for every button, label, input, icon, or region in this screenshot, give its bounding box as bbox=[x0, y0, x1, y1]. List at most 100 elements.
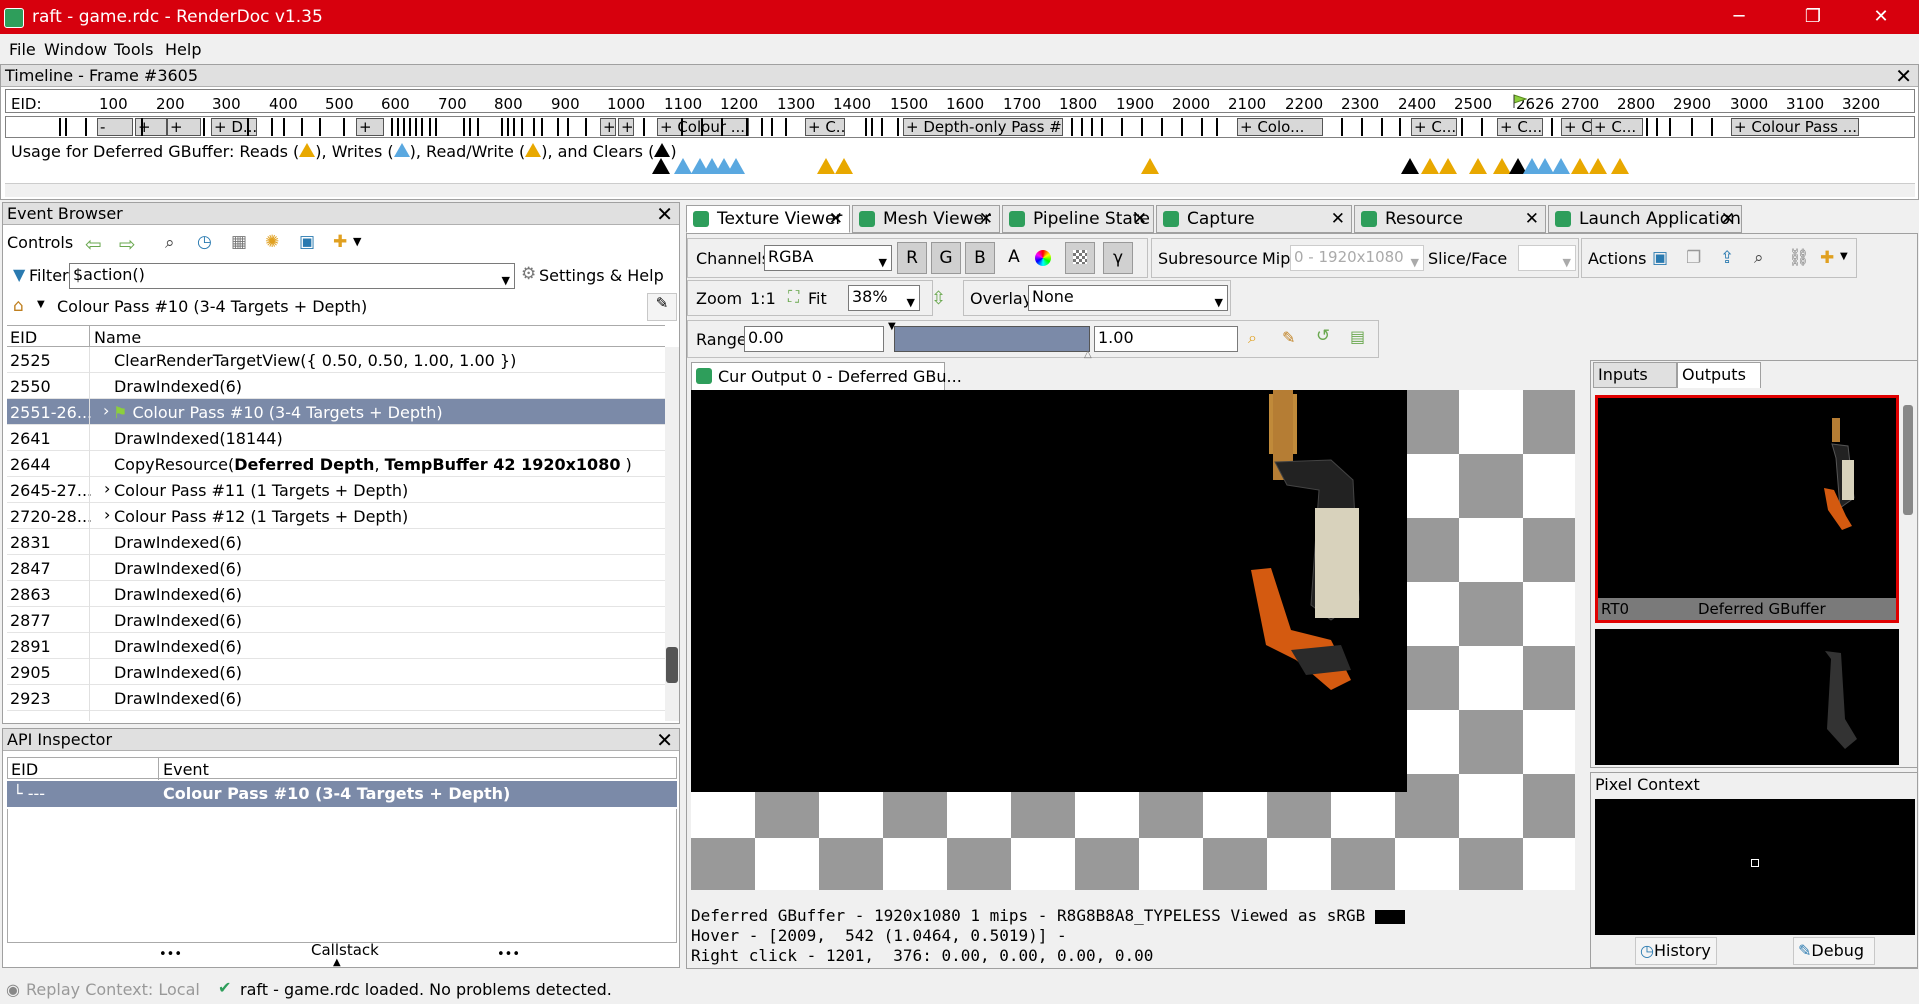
chevron-right-icon[interactable]: › bbox=[103, 401, 109, 420]
dots-right[interactable]: ••• bbox=[497, 947, 520, 962]
timeline-scrollbar[interactable] bbox=[5, 183, 1915, 197]
event-row[interactable]: 2641 DrawIndexed(18144) bbox=[7, 425, 665, 451]
channels-select[interactable]: RGBA ▼ bbox=[764, 245, 892, 271]
minimize-button[interactable]: ─ bbox=[1716, 2, 1762, 32]
close-icon[interactable]: ✕ bbox=[1721, 206, 1735, 232]
usage-marker[interactable] bbox=[835, 158, 853, 174]
timeline-pass-box[interactable]: + C... bbox=[1591, 118, 1643, 136]
close-icon[interactable]: ✕ bbox=[1895, 66, 1912, 86]
save-icon[interactable]: ▣ bbox=[299, 232, 315, 252]
chevron-right-icon[interactable]: › bbox=[104, 505, 110, 524]
history-button[interactable]: ◷History bbox=[1635, 937, 1717, 965]
next-action-icon[interactable]: ⇨ bbox=[119, 232, 136, 256]
histogram-icon[interactable]: ▤ bbox=[1350, 327, 1365, 346]
col-eid[interactable]: EID bbox=[11, 760, 38, 779]
scroll-thumb[interactable] bbox=[1903, 405, 1913, 515]
copy-icon[interactable]: ❐ bbox=[1686, 248, 1701, 268]
gear-icon[interactable]: ⚙ bbox=[521, 264, 536, 284]
chevron-down-icon[interactable]: ▼ bbox=[1840, 251, 1848, 262]
event-row[interactable]: 2720-28... › Colour Pass #12 (1 Targets + … bbox=[7, 503, 665, 529]
chevron-up-icon[interactable]: ▲ bbox=[333, 957, 341, 968]
tab-resource-inspector[interactable]: Resource Inspector✕ bbox=[1354, 205, 1546, 255]
col-name[interactable]: Name bbox=[94, 328, 141, 347]
close-button[interactable]: ✕ bbox=[1858, 2, 1904, 32]
chevron-down-icon[interactable]: ▼ bbox=[353, 235, 361, 248]
close-icon[interactable]: ✕ bbox=[1133, 206, 1147, 232]
mip-select[interactable]: 0 - 1920x1080 ▼ bbox=[1290, 245, 1424, 271]
menu-help[interactable]: Help bbox=[165, 40, 201, 59]
event-row[interactable]: 2863 DrawIndexed(6) bbox=[7, 581, 665, 607]
slice-select[interactable]: ▼ bbox=[1518, 245, 1576, 271]
usage-marker[interactable] bbox=[1469, 158, 1487, 174]
zoom-range-icon[interactable]: ⌕ bbox=[1248, 328, 1257, 348]
col-event[interactable]: Event bbox=[163, 760, 209, 779]
menu-file[interactable]: File bbox=[9, 40, 36, 59]
timeline-pass-box[interactable]: + bbox=[618, 118, 634, 136]
event-row[interactable]: 2847 DrawIndexed(6) bbox=[7, 555, 665, 581]
settings-puzzle-icon[interactable]: ✚ bbox=[333, 232, 347, 252]
edit-icon[interactable]: ✎ bbox=[647, 293, 677, 321]
timeline-pass-box[interactable]: + C... bbox=[1561, 118, 1593, 136]
chevron-right-icon[interactable]: › bbox=[104, 479, 110, 498]
usage-marker[interactable] bbox=[1611, 158, 1629, 174]
zoom-1to1-button[interactable]: 1:1 bbox=[750, 289, 776, 308]
usage-marker[interactable] bbox=[1571, 158, 1589, 174]
settings-help-button[interactable]: Settings & Help bbox=[539, 266, 664, 285]
close-icon[interactable]: ✕ bbox=[979, 206, 993, 232]
chevron-down-icon[interactable]: ▼ bbox=[37, 299, 45, 310]
debug-button[interactable]: ✎Debug bbox=[1793, 937, 1875, 965]
range-min-input[interactable]: 0.00 bbox=[744, 326, 884, 352]
replay-context-label[interactable]: Replay Context: Local bbox=[26, 980, 200, 999]
event-row[interactable]: 2525 ClearRenderTargetView({ 0.50, 0.50, … bbox=[7, 347, 665, 373]
timeline-pass-box[interactable]: + bbox=[135, 118, 167, 136]
channel-b-button[interactable]: B bbox=[965, 242, 995, 274]
bookmark-icon[interactable]: ▦ bbox=[231, 232, 247, 252]
pixel-context-view[interactable] bbox=[1595, 799, 1915, 935]
reset-range-icon[interactable]: ↺ bbox=[1316, 326, 1330, 346]
fit-button[interactable]: Fit bbox=[808, 289, 827, 308]
event-row[interactable]: 2831 DrawIndexed(6) bbox=[7, 529, 665, 555]
tab-outputs[interactable]: Outputs bbox=[1677, 362, 1761, 388]
overlay-select[interactable]: None ▼ bbox=[1028, 285, 1228, 311]
range-max-input[interactable]: 1.00 bbox=[1094, 326, 1238, 352]
output-tab[interactable]: Cur Output 0 - Deferred GBu... bbox=[691, 362, 962, 390]
close-icon[interactable]: ✕ bbox=[1331, 206, 1345, 232]
timeline-pass-box[interactable]: + C... bbox=[1411, 118, 1457, 136]
timeline-pass-box[interactable]: + C... bbox=[1497, 118, 1543, 136]
tab-mesh-viewer[interactable]: Mesh Viewer ✕ bbox=[852, 205, 1000, 233]
usage-marker[interactable] bbox=[1589, 158, 1607, 174]
tab-launch-application[interactable]: Launch Application ✕ bbox=[1548, 205, 1742, 233]
rt1-thumbnail[interactable] bbox=[1595, 629, 1899, 765]
timeline-pass-box[interactable]: + bbox=[167, 118, 201, 136]
open-icon[interactable]: ⇪ bbox=[1720, 248, 1734, 268]
usage-marker[interactable] bbox=[727, 158, 745, 174]
usage-marker[interactable] bbox=[1552, 158, 1570, 174]
tab-inputs[interactable]: Inputs bbox=[1593, 362, 1677, 388]
event-row[interactable]: 2645-27... › Colour Pass #11 (1 Targets + … bbox=[7, 477, 665, 503]
timeline-pass-box[interactable]: + bbox=[356, 118, 384, 136]
thumbnail-scrollbar[interactable] bbox=[1901, 395, 1915, 765]
close-icon[interactable]: ✕ bbox=[829, 206, 843, 232]
usage-marker[interactable] bbox=[674, 158, 692, 174]
scroll-thumb[interactable] bbox=[666, 647, 678, 683]
usage-marker[interactable] bbox=[1141, 158, 1159, 174]
usage-marker[interactable] bbox=[1439, 158, 1457, 174]
range-histogram[interactable] bbox=[894, 326, 1090, 352]
save-icon[interactable]: ▣ bbox=[1652, 248, 1668, 268]
event-row[interactable]: 2551-26... › ⚑ Colour Pass #10 (3-4 Target… bbox=[7, 399, 665, 425]
zoom-select[interactable]: 38% ▼ bbox=[848, 285, 920, 311]
tab-texture-viewer[interactable]: Texture Viewer ✕ bbox=[686, 205, 850, 233]
tab-capture-comments[interactable]: Capture Comments✕ bbox=[1156, 205, 1352, 255]
timeline-pass-box[interactable]: + bbox=[600, 118, 616, 136]
chevron-down-icon[interactable]: ▼ bbox=[502, 270, 510, 292]
close-icon[interactable]: ✕ bbox=[656, 730, 673, 750]
api-row-selected[interactable]: └ --- Colour Pass #10 (3-4 Targets + Dep… bbox=[7, 781, 677, 807]
event-list-scrollbar[interactable] bbox=[665, 347, 679, 721]
usage-marker[interactable] bbox=[652, 158, 670, 174]
tab-pipeline-state[interactable]: Pipeline State ✕ bbox=[1002, 205, 1154, 233]
event-row[interactable]: 2550 DrawIndexed(6) bbox=[7, 373, 665, 399]
resource-link[interactable]: TempBuffer 42 1920x1080 bbox=[385, 455, 621, 474]
breadcrumb[interactable]: Colour Pass #10 (3-4 Targets + Depth) bbox=[57, 297, 367, 316]
link-icon[interactable]: ⛓ bbox=[1788, 248, 1810, 268]
color-wheel-icon[interactable] bbox=[1035, 250, 1051, 266]
